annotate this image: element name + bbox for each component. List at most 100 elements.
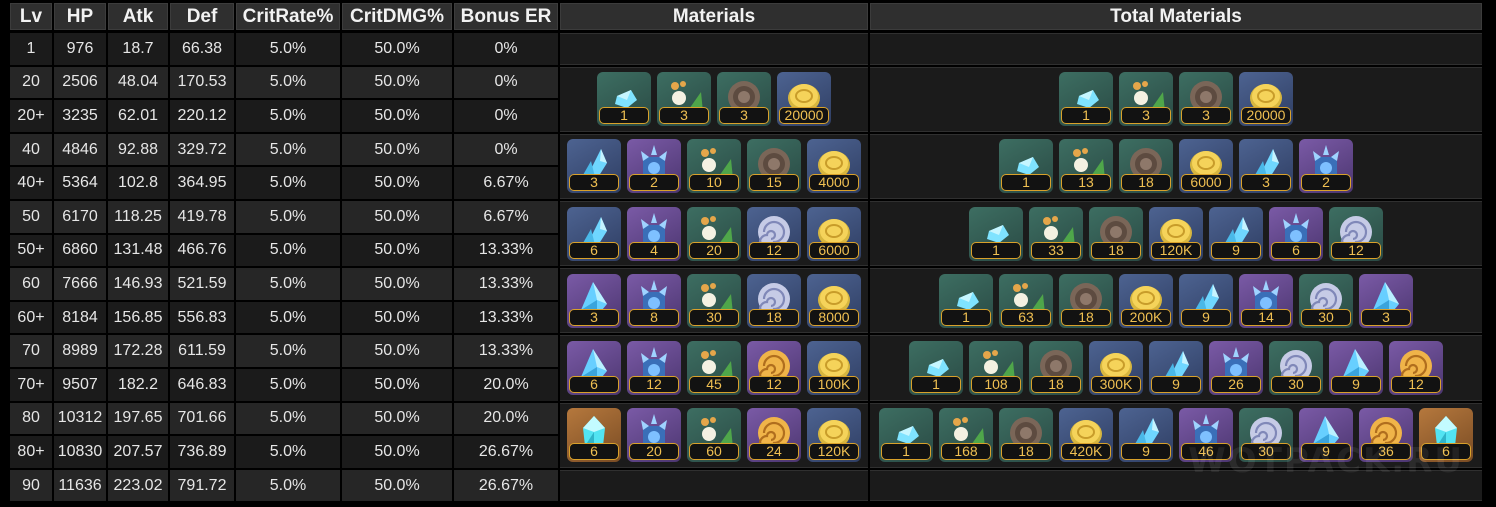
- total-material-item: 200K: [1119, 274, 1173, 328]
- item-count: 6: [569, 443, 619, 460]
- cell-crit-rate: 5.0%: [236, 234, 340, 267]
- cell-lv: 70+: [10, 369, 52, 401]
- item-count: 8000: [809, 309, 859, 326]
- item-count: 168: [941, 443, 991, 460]
- cell-def: 466.76: [170, 234, 234, 267]
- item-count: 20000: [779, 107, 829, 124]
- item-count: 30: [1301, 309, 1351, 326]
- cell-atk: 156.85: [108, 301, 168, 334]
- material-item: 2: [627, 139, 681, 193]
- total-material-item: 6: [1269, 207, 1323, 261]
- item-count: 63: [1001, 309, 1051, 326]
- item-count: 1: [941, 309, 991, 326]
- item-count: 18: [1121, 174, 1171, 191]
- total-material-item: 9: [1119, 408, 1173, 462]
- cell-atk: 223.02: [108, 469, 168, 502]
- cell-crit-dmg: 50.0%: [342, 469, 452, 502]
- item-count: 3: [569, 309, 619, 326]
- cell-crit-dmg: 50.0%: [342, 436, 452, 468]
- material-item: 6: [567, 341, 621, 395]
- cell-hp: 3235: [54, 100, 106, 132]
- cell-bonus-er: 0%: [454, 66, 558, 99]
- cell-hp: 5364: [54, 167, 106, 199]
- item-count: 3: [569, 174, 619, 191]
- cell-bonus-er: 26.67%: [454, 469, 558, 502]
- total-material-item: 2: [1299, 139, 1353, 193]
- material-item: 20: [687, 207, 741, 261]
- cell-hp: 8184: [54, 301, 106, 334]
- cell-hp: 10830: [54, 436, 106, 468]
- cell-crit-rate: 5.0%: [236, 33, 340, 65]
- total-material-item: 1: [999, 139, 1053, 193]
- material-item: 4: [627, 207, 681, 261]
- cell-crit-rate: 5.0%: [236, 402, 340, 435]
- cell-def: 701.66: [170, 402, 234, 435]
- total-material-item: 3: [1239, 139, 1293, 193]
- item-count: 200K: [1121, 309, 1171, 326]
- header-lv: Lv: [10, 3, 52, 30]
- cell-lv: 50: [10, 201, 52, 233]
- material-item: 30: [687, 274, 741, 328]
- cell-crit-rate: 5.0%: [236, 66, 340, 99]
- materials-empty-cell: [560, 469, 868, 502]
- item-count: 420K: [1061, 443, 1111, 460]
- item-count: 3: [1121, 107, 1171, 124]
- item-count: 18: [1031, 376, 1081, 393]
- cell-def: 646.83: [170, 369, 234, 401]
- cell-bonus-er: 13.33%: [454, 234, 558, 267]
- cell-lv: 20+: [10, 100, 52, 132]
- cell-def: 364.95: [170, 167, 234, 199]
- total-materials-block: [870, 133, 1482, 199]
- cell-crit-dmg: 50.0%: [342, 201, 452, 233]
- total-material-item: 18: [1119, 139, 1173, 193]
- item-count: 26: [1211, 376, 1261, 393]
- cell-atk: 182.2: [108, 369, 168, 401]
- item-count: 18: [1091, 242, 1141, 259]
- cell-lv: 80+: [10, 436, 52, 468]
- total-material-item: 9: [1209, 207, 1263, 261]
- item-count: 3: [719, 107, 769, 124]
- cell-def: 556.83: [170, 301, 234, 334]
- material-item: 8000: [807, 274, 861, 328]
- cell-crit-rate: 5.0%: [236, 301, 340, 334]
- cell-def: 419.78: [170, 201, 234, 233]
- item-count: 20: [629, 443, 679, 460]
- item-count: 300K: [1091, 376, 1141, 393]
- material-item: 24: [747, 408, 801, 462]
- item-count: 2: [1301, 174, 1351, 191]
- item-count: 14: [1241, 309, 1291, 326]
- materials-empty-cell: [560, 33, 868, 65]
- cell-def: 329.72: [170, 133, 234, 166]
- cell-atk: 118.25: [108, 201, 168, 233]
- cell-bonus-er: 20.0%: [454, 369, 558, 401]
- cell-crit-dmg: 50.0%: [342, 335, 452, 367]
- total-material-item: 30: [1269, 341, 1323, 395]
- header-crit-rate: CritRate%: [236, 3, 340, 30]
- item-count: 3: [1241, 174, 1291, 191]
- material-item: 12: [747, 341, 801, 395]
- material-item: 3: [567, 139, 621, 193]
- cell-lv: 60+: [10, 301, 52, 334]
- material-item: 3: [657, 72, 711, 126]
- cell-crit-dmg: 50.0%: [342, 234, 452, 267]
- item-count: 8: [629, 309, 679, 326]
- item-count: 20: [689, 242, 739, 259]
- cell-lv: 60: [10, 268, 52, 300]
- header-crit-dmg: CritDMG%: [342, 3, 452, 30]
- item-count: 15: [749, 174, 799, 191]
- material-item: 6: [567, 207, 621, 261]
- item-count: 18: [1001, 443, 1051, 460]
- cell-def: 66.38: [170, 33, 234, 65]
- cell-hp: 2506: [54, 66, 106, 99]
- material-item: 12: [747, 207, 801, 261]
- total-material-item: 9: [1149, 341, 1203, 395]
- material-item: 120K: [807, 408, 861, 462]
- material-item: 45: [687, 341, 741, 395]
- cell-crit-dmg: 50.0%: [342, 301, 452, 334]
- cell-hp: 8989: [54, 335, 106, 367]
- cell-atk: 207.57: [108, 436, 168, 468]
- cell-lv: 40+: [10, 167, 52, 199]
- total-material-item: 1: [879, 408, 933, 462]
- cell-atk: 62.01: [108, 100, 168, 132]
- total-materials-block: [870, 66, 1482, 132]
